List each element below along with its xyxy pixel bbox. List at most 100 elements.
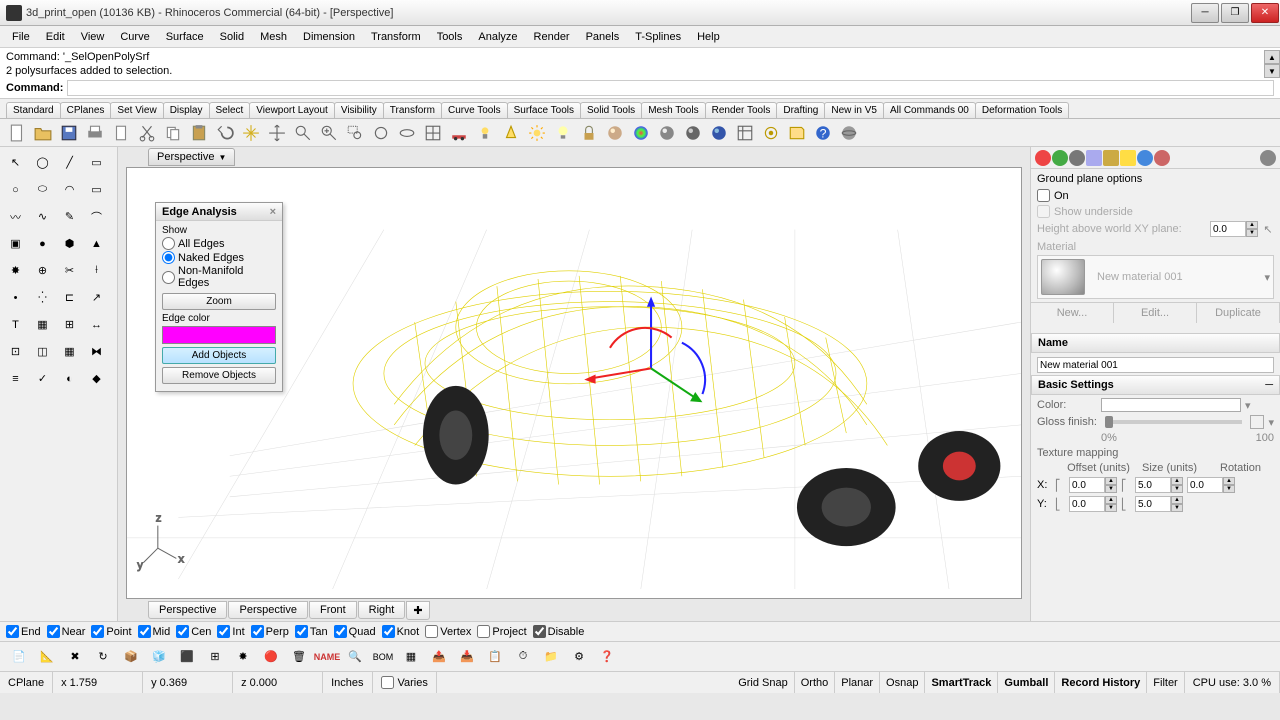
paste-icon[interactable] [186, 121, 212, 145]
osnap-end[interactable]: End [6, 625, 41, 638]
link-icon[interactable]: ⎡ [1055, 479, 1065, 492]
menu-analyze[interactable]: Analyze [470, 29, 525, 45]
opt-naked-edges[interactable]: Naked Edges [162, 251, 276, 264]
tab-drafting[interactable]: Drafting [776, 102, 825, 118]
move-icon[interactable] [264, 121, 290, 145]
properties-icon[interactable] [732, 121, 758, 145]
interp-icon[interactable]: ∿ [29, 203, 56, 230]
sketch-icon[interactable]: ✎ [56, 203, 83, 230]
tab-curve-tools[interactable]: Curve Tools [441, 102, 508, 118]
tab-new-v5[interactable]: New in V5 [824, 102, 884, 118]
spin-up[interactable]: ▲ [1246, 221, 1258, 229]
arc-icon[interactable]: ◠ [56, 176, 83, 203]
bb-icon[interactable]: 🧊 [146, 644, 172, 670]
toggle-ortho[interactable]: Ortho [795, 672, 836, 693]
toggle-planar[interactable]: Planar [835, 672, 880, 693]
polyline-icon[interactable]: ╱ [56, 149, 83, 176]
tab-solid-tools[interactable]: Solid Tools [580, 102, 642, 118]
open-icon[interactable] [30, 121, 56, 145]
vtab-add[interactable]: ✚ [406, 601, 429, 620]
bb-icon[interactable]: ✸ [230, 644, 256, 670]
bb-icon[interactable]: 📄 [6, 644, 32, 670]
render-sphere1-icon[interactable] [602, 121, 628, 145]
status-units[interactable]: Inches [323, 672, 372, 693]
menu-file[interactable]: File [4, 29, 38, 45]
bb-icon[interactable]: ⬛ [174, 644, 200, 670]
tab-standard[interactable]: Standard [6, 102, 61, 118]
viewport-name-tab[interactable]: Perspective ▼ [148, 148, 235, 166]
rot-x-input[interactable] [1187, 477, 1223, 493]
panel-tab-icon[interactable] [1103, 150, 1119, 166]
shade-icon[interactable]: ◐ [56, 365, 83, 392]
tab-cplanes[interactable]: CPlanes [60, 102, 112, 118]
menu-tools[interactable]: Tools [429, 29, 471, 45]
status-cplane[interactable]: CPlane [0, 672, 53, 693]
add-objects-button[interactable]: Add Objects [162, 347, 276, 364]
osnap-near[interactable]: Near [47, 625, 86, 638]
bb-icon[interactable]: ▦ [398, 644, 424, 670]
panel-tab-icon[interactable] [1120, 150, 1136, 166]
toggle-filter[interactable]: Filter [1147, 672, 1184, 693]
new-icon[interactable] [4, 121, 30, 145]
web-icon[interactable] [836, 121, 862, 145]
dup-material-button[interactable]: Duplicate [1197, 303, 1280, 323]
bb-icon[interactable]: 📁 [538, 644, 564, 670]
lightbulb-icon[interactable] [550, 121, 576, 145]
render-sphere5-icon[interactable] [706, 121, 732, 145]
gloss-swatch[interactable] [1250, 415, 1264, 429]
tab-visibility[interactable]: Visibility [334, 102, 384, 118]
bb-icon[interactable]: 📋 [482, 644, 508, 670]
command-input[interactable] [67, 80, 1274, 96]
rotate-view-icon[interactable] [394, 121, 420, 145]
close-button[interactable]: ✕ [1251, 3, 1279, 23]
circle-icon[interactable]: ○ [2, 176, 29, 203]
menu-surface[interactable]: Surface [158, 29, 212, 45]
height-input[interactable] [1210, 221, 1246, 237]
menu-edit[interactable]: Edit [38, 29, 73, 45]
tab-display[interactable]: Display [163, 102, 210, 118]
color-swatch[interactable] [1101, 398, 1241, 412]
menu-tsplines[interactable]: T-Splines [627, 29, 689, 45]
car-icon[interactable] [446, 121, 472, 145]
spotlight-icon[interactable] [498, 121, 524, 145]
cylinder-icon[interactable]: ⬢ [56, 230, 83, 257]
tab-select[interactable]: Select [209, 102, 251, 118]
cmd-scroll-up[interactable]: ▲ [1264, 50, 1280, 64]
menu-panels[interactable]: Panels [578, 29, 628, 45]
render-sphere3-icon[interactable] [654, 121, 680, 145]
split-icon[interactable]: ⟊ [83, 257, 110, 284]
box-icon[interactable]: ▣ [2, 230, 29, 257]
zoom-icon[interactable] [290, 121, 316, 145]
copy-icon[interactable] [160, 121, 186, 145]
print-icon[interactable] [82, 121, 108, 145]
offset-y-input[interactable] [1069, 496, 1105, 512]
edit-material-button[interactable]: Edit... [1114, 303, 1197, 323]
toggle-gridsnap[interactable]: Grid Snap [732, 672, 795, 693]
bb-icon[interactable]: 📐 [34, 644, 60, 670]
maximize-button[interactable]: ❐ [1221, 3, 1249, 23]
text-icon[interactable]: T [2, 311, 29, 338]
menu-view[interactable]: View [73, 29, 113, 45]
group-icon[interactable]: ⊡ [2, 338, 29, 365]
tab-transform[interactable]: Transform [383, 102, 442, 118]
osnap-point[interactable]: Point [91, 625, 131, 638]
render-sphere4-icon[interactable] [680, 121, 706, 145]
bb-icon[interactable]: ⊞ [202, 644, 228, 670]
rect-icon[interactable]: ▭ [83, 176, 110, 203]
extend-icon[interactable]: ↗ [83, 284, 110, 311]
show-underside-checkbox[interactable]: Show underside [1037, 205, 1274, 218]
sun-icon[interactable] [524, 121, 550, 145]
zoom-button[interactable]: Zoom [162, 293, 276, 310]
osnap-mid[interactable]: Mid [138, 625, 171, 638]
opt-all-edges[interactable]: All Edges [162, 237, 276, 250]
bb-bom-icon[interactable]: BOM [370, 644, 396, 670]
status-varies[interactable]: Varies [373, 672, 437, 693]
menu-render[interactable]: Render [526, 29, 578, 45]
undo-icon[interactable] [212, 121, 238, 145]
zoom-selected-icon[interactable] [368, 121, 394, 145]
explode-icon[interactable]: ✸ [2, 257, 29, 284]
panel-tab-icon[interactable] [1154, 150, 1170, 166]
render-icon[interactable]: ◆ [83, 365, 110, 392]
bb-icon[interactable]: 🗑 [286, 644, 312, 670]
bb-help-icon[interactable]: ❓ [594, 644, 620, 670]
